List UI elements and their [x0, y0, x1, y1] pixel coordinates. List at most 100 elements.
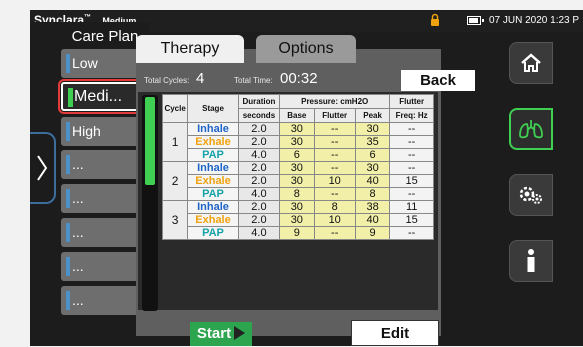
plan-label: Medi...	[74, 88, 123, 105]
plan-label: ...	[72, 258, 84, 274]
cycle-number: 3	[161, 200, 189, 240]
peak-cell: 6	[354, 148, 391, 162]
col-header-freq-unit: Freq: Hz	[389, 108, 434, 123]
plan-label: ...	[72, 190, 84, 206]
duration-cell: 2.0	[237, 161, 281, 175]
care-plan-item-empty[interactable]: ...	[61, 218, 148, 247]
table-row[interactable]: PAP 4.0 8 -- 8 --	[163, 187, 434, 201]
care-plan-item-empty[interactable]: ...	[61, 252, 148, 281]
table-row[interactable]: 1 Inhale 2.0 30 -- 30 --	[161, 122, 434, 162]
duration-cell: 2.0	[237, 200, 281, 214]
base-cell: 30	[279, 135, 315, 149]
table-row[interactable]: Exhale 2.0 30 10 40 15	[163, 174, 434, 188]
total-cycles-label: Total Cycles:	[144, 76, 190, 85]
stage-cell: PAP	[187, 187, 239, 201]
plan-marker	[66, 122, 70, 141]
plan-label: ...	[72, 156, 84, 172]
flutter-cell: --	[313, 226, 356, 240]
flutter-cell: --	[313, 187, 356, 201]
care-plan-item-empty[interactable]: ...	[61, 184, 148, 213]
home-button[interactable]	[509, 42, 553, 84]
gears-icon	[519, 186, 542, 204]
freq-cell: --	[389, 148, 434, 162]
care-plan-item-low[interactable]: Low	[61, 49, 148, 78]
stage-cell: Inhale	[187, 200, 239, 214]
freq-cell: 15	[389, 213, 434, 227]
expand-sidebar-tab[interactable]	[30, 132, 56, 204]
chevron-right-icon	[37, 155, 48, 181]
flutter-cell: 10	[313, 174, 356, 188]
info-button[interactable]	[509, 240, 553, 282]
flutter-cell: --	[313, 135, 356, 149]
cycle-number: 2	[161, 161, 189, 201]
col-header-base: Base	[279, 108, 315, 123]
duration-cell: 2.0	[237, 122, 281, 136]
therapy-table: Cycle Stage Duration Pressure: cmH2O Flu…	[161, 94, 434, 240]
edit-button[interactable]: Edit	[351, 320, 439, 346]
freq-cell: --	[389, 135, 434, 149]
freq-cell: --	[389, 122, 434, 136]
stage-cell: Exhale	[187, 174, 239, 188]
duration-cell: 2.0	[237, 135, 281, 149]
home-icon	[521, 53, 541, 72]
therapy-table-container: Cycle Stage Duration Pressure: cmH2O Flu…	[138, 92, 438, 311]
col-header-pressure: Pressure: cmH2O	[279, 94, 391, 109]
total-cycles-value: 4	[196, 70, 205, 87]
care-plan-item-high[interactable]: High	[61, 117, 148, 146]
duration-cell: 4.0	[237, 226, 281, 240]
base-cell: 30	[279, 174, 315, 188]
table-scrollbar[interactable]	[142, 95, 158, 311]
care-plan-item-empty[interactable]: ...	[61, 150, 148, 179]
duration-cell: 4.0	[237, 148, 281, 162]
col-header-duration-unit: seconds	[237, 108, 281, 123]
freq-cell: --	[389, 226, 434, 240]
table-row[interactable]: PAP 4.0 6 -- 6 --	[163, 148, 434, 162]
plan-label: ...	[72, 292, 84, 308]
lungs-icon	[519, 120, 543, 139]
table-row[interactable]: Exhale 2.0 30 -- 35 --	[163, 135, 434, 149]
table-row[interactable]: Exhale 2.0 30 10 40 15	[163, 213, 434, 227]
peak-cell: 40	[354, 213, 391, 227]
play-icon	[234, 325, 246, 340]
start-label: Start	[196, 325, 232, 342]
freq-cell: 11	[389, 200, 434, 214]
datetime: 07 JUN 2020 1:23 P	[489, 15, 580, 26]
duration-cell: 4.0	[237, 187, 281, 201]
stage-cell: Inhale	[187, 161, 239, 175]
base-cell: 30	[279, 200, 315, 214]
col-header-peak: Peak	[354, 108, 391, 123]
scrollbar-thumb[interactable]	[145, 97, 155, 185]
settings-button[interactable]	[509, 174, 553, 216]
back-button[interactable]: Back	[401, 70, 475, 91]
care-plan-item-empty[interactable]: ...	[61, 286, 148, 315]
base-cell: 8	[279, 187, 315, 201]
flutter-cell: --	[313, 148, 356, 162]
plan-marker	[66, 54, 70, 73]
plan-marker	[66, 257, 70, 276]
col-header-flutter-freq: Flutter	[389, 94, 434, 109]
table-row[interactable]: 3 Inhale 2.0 30 8 38 11	[161, 200, 434, 240]
therapy-lungs-button[interactable]	[509, 108, 553, 150]
tab-therapy[interactable]: Therapy	[136, 35, 244, 63]
col-header-cycle: Cycle	[161, 94, 189, 123]
peak-cell: 38	[354, 200, 391, 214]
table-row[interactable]: PAP 4.0 9 -- 9 --	[163, 226, 434, 240]
col-header-duration: Duration	[237, 94, 281, 109]
care-plan-item-medium[interactable]: Medi...	[58, 79, 151, 114]
therapy-summary: Total Cycles: 4 Total Time: 00:32 Back	[144, 69, 475, 91]
peak-cell: 40	[354, 174, 391, 188]
plan-marker-active	[68, 88, 73, 107]
col-header-flutter: Flutter	[313, 108, 356, 123]
freq-cell: 15	[389, 174, 434, 188]
tab-options[interactable]: Options	[256, 35, 356, 63]
flutter-cell: 10	[313, 213, 356, 227]
stage-cell: PAP	[187, 226, 239, 240]
freq-cell: --	[389, 187, 434, 201]
stage-cell: Exhale	[187, 135, 239, 149]
brand-tm: ™	[84, 14, 92, 21]
table-row[interactable]: 2 Inhale 2.0 30 -- 30 --	[161, 161, 434, 201]
cycle-number: 1	[161, 122, 189, 162]
peak-cell: 9	[354, 226, 391, 240]
start-button[interactable]: Start	[190, 322, 252, 346]
plan-label: ...	[72, 224, 84, 240]
